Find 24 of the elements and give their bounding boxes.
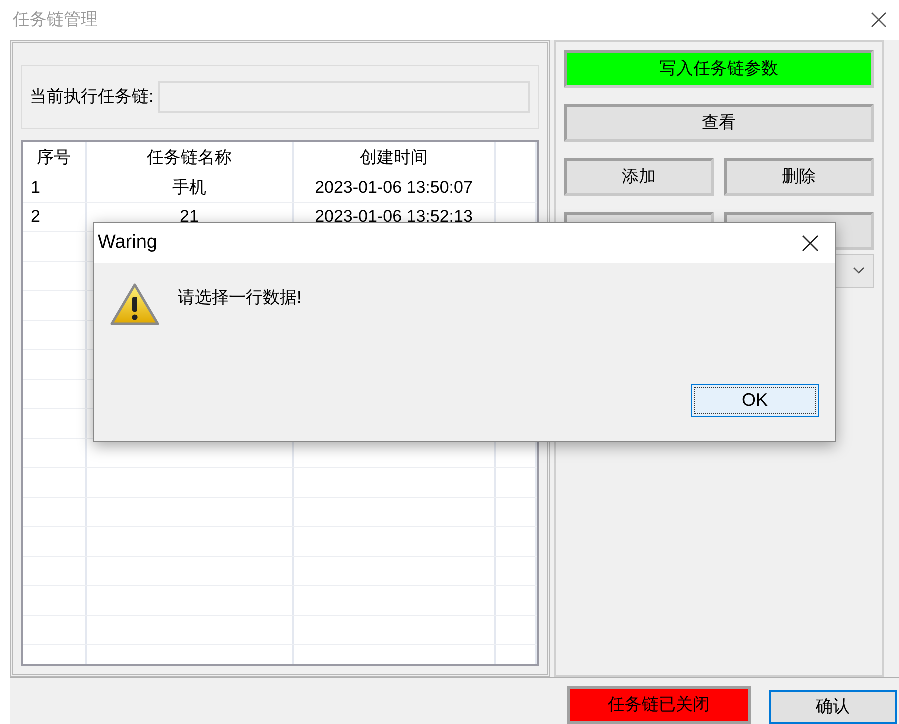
window-title: 任务链管理 (13, 9, 98, 32)
table-cell-text: 手机 (172, 176, 206, 198)
close-icon[interactable] (802, 234, 819, 252)
table-cell-text: 2023-01-06 13:52:13 (315, 206, 473, 228)
current-chain-label: 当前执行任务链: (30, 86, 154, 108)
add-button[interactable]: 添加 (564, 158, 714, 196)
confirm-button[interactable]: 确认 (769, 690, 897, 724)
table-cell-text: 1 (31, 176, 40, 198)
write-params-button[interactable]: 写入任务链参数 (564, 50, 874, 88)
close-icon[interactable] (871, 12, 887, 28)
delete-button[interactable]: 删除 (724, 158, 874, 196)
warning-icon (110, 283, 160, 327)
column-header[interactable]: 序号 (37, 144, 71, 170)
status-button[interactable]: 任务链已关闭 (567, 686, 751, 724)
view-button[interactable]: 查看 (564, 104, 874, 142)
ok-button[interactable]: OK (691, 384, 819, 417)
column-header[interactable]: 任务链名称 (147, 144, 232, 170)
table-cell-text: 21 (180, 206, 199, 228)
table-cell-text: 2 (31, 206, 40, 228)
dialog-message: 请选择一行数据! (178, 287, 302, 309)
column-header[interactable]: 创建时间 (360, 144, 428, 170)
chevron-down-icon (853, 267, 865, 275)
table-cell-text: 2023-01-06 13:50:07 (315, 176, 473, 198)
dialog-title: Waring (98, 230, 158, 255)
